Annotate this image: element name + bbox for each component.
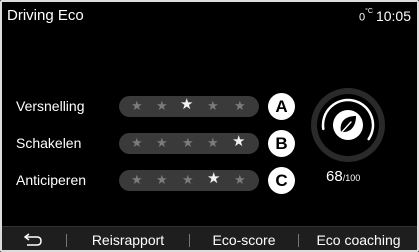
- star-rating: ★ ★ ★ ★ ★: [119, 133, 259, 154]
- star-icon: ★: [207, 135, 219, 150]
- star-icon: ★: [156, 135, 168, 150]
- star-icon: ★: [207, 170, 221, 187]
- star-icon: ★: [156, 172, 168, 187]
- star-icon: ★: [131, 98, 143, 113]
- badge-a: A: [268, 93, 295, 120]
- star-icon: ★: [131, 172, 143, 187]
- criterion-row-versnelling: Versnelling ★ ★ ★ ★ ★ A: [0, 93, 310, 120]
- status-area: 0°C 10:05: [359, 8, 411, 24]
- tab-reisrapport[interactable]: Reisrapport: [67, 227, 189, 252]
- criterion-row-anticiperen: Anticiperen ★ ★ ★ ★ ★ C: [0, 167, 310, 194]
- star-icon: ★: [131, 135, 143, 150]
- badge-c: C: [268, 167, 295, 194]
- outside-temperature: 0°C: [359, 8, 373, 24]
- tab-eco-coaching[interactable]: Eco coaching: [299, 227, 418, 252]
- star-rating: ★ ★ ★ ★ ★: [119, 170, 259, 191]
- back-arrow-icon[interactable]: [22, 232, 44, 248]
- star-icon: ★: [180, 96, 194, 113]
- badge-b: B: [268, 130, 295, 157]
- star-icon: ★: [156, 98, 168, 113]
- criterion-label: Anticiperen: [16, 172, 87, 188]
- criterion-row-schakelen: Schakelen ★ ★ ★ ★ ★ B: [0, 130, 310, 157]
- star-icon: ★: [182, 172, 194, 187]
- star-icon: ★: [232, 133, 246, 150]
- page-title: Driving Eco: [7, 7, 84, 24]
- criterion-label: Versnelling: [16, 98, 85, 114]
- star-icon: ★: [234, 172, 246, 187]
- score-number: 68: [326, 168, 343, 185]
- clock: 10:05: [375, 8, 411, 24]
- star-rating: ★ ★ ★ ★ ★: [119, 96, 259, 117]
- header-bar: Driving Eco 0°C 10:05: [0, 0, 419, 30]
- eco-driving-screen: Driving Eco 0°C 10:05 Versnelling ★ ★ ★ …: [0, 0, 419, 252]
- temperature-unit: °C: [365, 8, 373, 16]
- score-max: /100: [342, 173, 361, 183]
- tab-eco-score[interactable]: Eco-score: [190, 227, 298, 252]
- eco-score-gauge: [311, 88, 385, 162]
- star-icon: ★: [182, 135, 194, 150]
- star-icon: ★: [207, 98, 219, 113]
- eco-score-value: 68/100: [326, 168, 360, 187]
- star-icon: ★: [234, 98, 246, 113]
- bottom-navigation: Reisrapport Eco-score Eco coaching: [0, 226, 419, 252]
- criterion-label: Schakelen: [16, 135, 82, 151]
